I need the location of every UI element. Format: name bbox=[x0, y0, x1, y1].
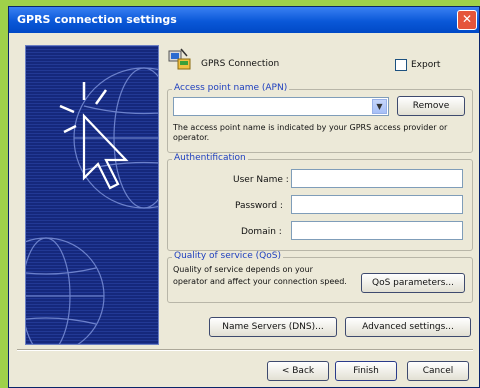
close-button[interactable]: ✕ bbox=[457, 10, 477, 30]
username-field[interactable] bbox=[291, 169, 463, 188]
window-title: GPRS connection settings bbox=[17, 13, 177, 26]
apn-combobox[interactable]: ▼ bbox=[173, 97, 389, 116]
finish-button[interactable]: Finish bbox=[335, 361, 397, 381]
authentification-group-label: Authentification bbox=[172, 153, 248, 163]
chevron-down-icon: ▼ bbox=[376, 102, 383, 111]
apn-group-label: Access point name (APN) bbox=[172, 83, 290, 93]
export-checkbox[interactable] bbox=[395, 59, 407, 71]
close-icon: ✕ bbox=[461, 12, 473, 26]
qos-description-line2: operator and affect your connection spee… bbox=[173, 277, 347, 286]
qos-group-label: Quality of service (QoS) bbox=[172, 251, 283, 261]
footer-divider bbox=[17, 349, 473, 351]
connection-type-label: GPRS Connection bbox=[201, 59, 280, 69]
domain-label: Domain : bbox=[241, 227, 282, 237]
qos-description-line1: Quality of service depends on your bbox=[173, 265, 313, 274]
password-label: Password : bbox=[235, 201, 283, 211]
username-label: User Name : bbox=[233, 175, 289, 185]
title-bar[interactable]: GPRS connection settings ✕ bbox=[9, 7, 479, 33]
apn-help-text-line2: operator. bbox=[173, 133, 210, 142]
globe-cursor-illustration bbox=[26, 46, 158, 344]
advanced-settings-button[interactable]: Advanced settings... bbox=[345, 317, 471, 337]
gprs-connection-icon bbox=[167, 47, 193, 71]
remove-button[interactable]: Remove bbox=[397, 96, 465, 116]
apn-dropdown-button[interactable]: ▼ bbox=[372, 99, 387, 114]
wizard-side-image bbox=[25, 45, 159, 345]
name-servers-button[interactable]: Name Servers (DNS)... bbox=[209, 317, 337, 337]
domain-field[interactable] bbox=[291, 221, 463, 240]
cancel-button[interactable]: Cancel bbox=[407, 361, 469, 381]
dialog-window: GPRS connection settings ✕ GPRS Connecti… bbox=[8, 6, 480, 388]
export-label: Export bbox=[411, 60, 441, 70]
password-field[interactable] bbox=[291, 195, 463, 214]
apn-help-text-line1: The access point name is indicated by yo… bbox=[173, 123, 448, 132]
qos-parameters-button[interactable]: QoS parameters... bbox=[361, 273, 465, 293]
back-button[interactable]: < Back bbox=[267, 361, 329, 381]
